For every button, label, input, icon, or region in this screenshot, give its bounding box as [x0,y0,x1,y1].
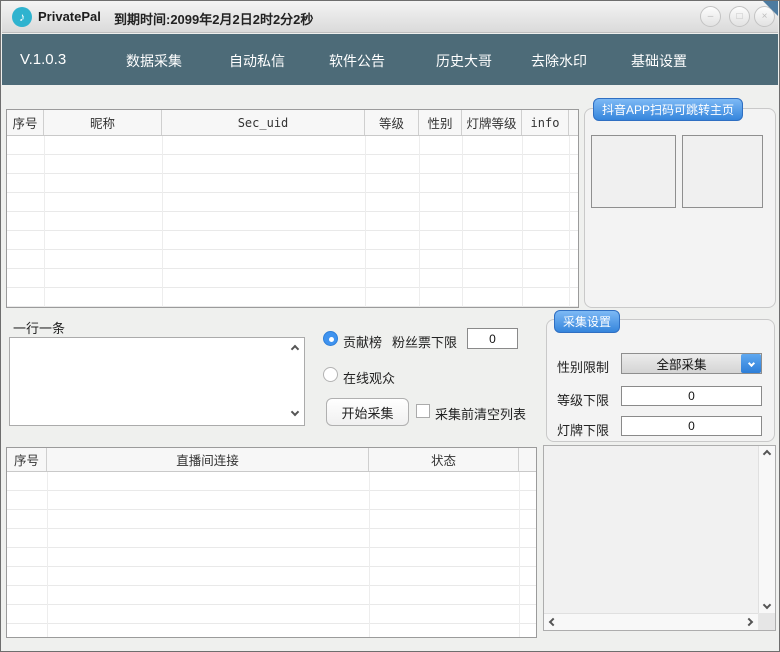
dropdown-button[interactable] [741,354,761,373]
column-header-room-link[interactable]: 直播间连接 [47,448,369,471]
column-header-status[interactable]: 状态 [369,448,519,471]
maximize-button[interactable]: □ [729,6,750,27]
column-header-badge-level[interactable]: 灯牌等级 [462,110,522,135]
badge-min-input[interactable] [621,416,762,436]
qr-code-placeholder-1 [591,135,676,208]
nav-item-watermark[interactable]: 去除水印 [531,51,587,71]
badge-min-label: 灯牌下限 [557,420,609,439]
horizontal-scrollbar[interactable] [544,613,758,630]
nav-bar: V.1.0.3 数据采集 自动私信 软件公告 历史大哥 去除水印 基础设置 [2,34,778,85]
corner-decoration [763,1,778,16]
qr-panel: 抖音APP扫码可跳转主页 [584,108,776,308]
fan-ticket-min-input[interactable] [467,328,518,349]
clear-before-collect-checkbox[interactable] [416,404,430,418]
scrollbar-strip[interactable] [519,448,536,471]
gender-limit-value: 全部采集 [622,354,741,373]
level-min-label: 等级下限 [557,390,609,409]
column-header-secuid[interactable]: Sec_uid [162,110,365,135]
qr-panel-label: 抖音APP扫码可跳转主页 [593,98,743,121]
gender-limit-label: 性别限制 [557,357,609,376]
room-table-header: 序号 直播间连接 状态 [7,448,536,472]
column-header-index[interactable]: 序号 [7,110,44,135]
user-table-body [7,136,578,307]
log-panel [543,445,776,631]
scrollbar-corner [758,613,775,630]
nav-item-auto-message[interactable]: 自动私信 [229,51,285,71]
start-collect-button[interactable]: 开始采集 [326,398,409,426]
title-bar: ♪ PrivatePal 到期时间:2099年2月2日2时2分2秒 – □ × [2,1,778,33]
nav-item-settings[interactable]: 基础设置 [631,51,687,71]
app-window: ♪ PrivatePal 到期时间:2099年2月2日2时2分2秒 – □ × … [0,0,780,652]
scroll-up-icon[interactable] [763,450,771,458]
scroll-right-icon[interactable] [745,618,753,626]
room-table: 序号 直播间连接 状态 [6,447,537,638]
expiry-time-text: 到期时间:2099年2月2日2时2分2秒 [114,9,313,28]
app-logo-icon: ♪ [12,7,32,27]
room-table-body [7,472,536,637]
scroll-down-icon[interactable] [763,601,771,609]
app-title: PrivatePal [38,9,101,24]
vertical-scrollbar[interactable] [758,446,775,613]
gender-limit-select[interactable]: 全部采集 [621,353,762,374]
column-header-gender[interactable]: 性别 [419,110,462,135]
room-links-textarea[interactable] [9,337,305,426]
nav-item-history[interactable]: 历史大哥 [436,51,492,71]
scroll-down-icon[interactable] [291,408,299,416]
online-viewers-radio[interactable] [323,367,338,382]
collect-settings-panel: 采集设置 性别限制 全部采集 等级下限 灯牌下限 [546,319,775,442]
minimize-button[interactable]: – [700,6,721,27]
column-header-index[interactable]: 序号 [7,448,47,471]
clear-before-collect-label: 采集前清空列表 [435,404,526,423]
version-label: V.1.0.3 [20,51,66,68]
contribution-rank-label: 贡献榜 [343,332,382,351]
nav-item-data-collect[interactable]: 数据采集 [126,51,182,71]
fan-ticket-min-label: 粉丝票下限 [392,332,457,351]
scroll-left-icon[interactable] [549,618,557,626]
contribution-rank-radio[interactable] [323,331,338,346]
column-header-info[interactable]: info [522,110,569,135]
user-table-header: 序号 昵称 Sec_uid 等级 性别 灯牌等级 info [7,110,578,136]
scroll-up-icon[interactable] [291,345,299,353]
chevron-down-icon [747,360,754,367]
nav-item-announcement[interactable]: 软件公告 [329,51,385,71]
column-header-nickname[interactable]: 昵称 [44,110,162,135]
qr-code-placeholder-2 [682,135,763,208]
collect-settings-label: 采集设置 [554,310,620,333]
user-table: 序号 昵称 Sec_uid 等级 性别 灯牌等级 info [6,109,579,308]
scrollbar-strip[interactable] [569,110,578,135]
one-per-line-label: 一行一条 [13,318,65,337]
column-header-level[interactable]: 等级 [365,110,419,135]
online-viewers-label: 在线观众 [343,368,395,387]
level-min-input[interactable] [621,386,762,406]
